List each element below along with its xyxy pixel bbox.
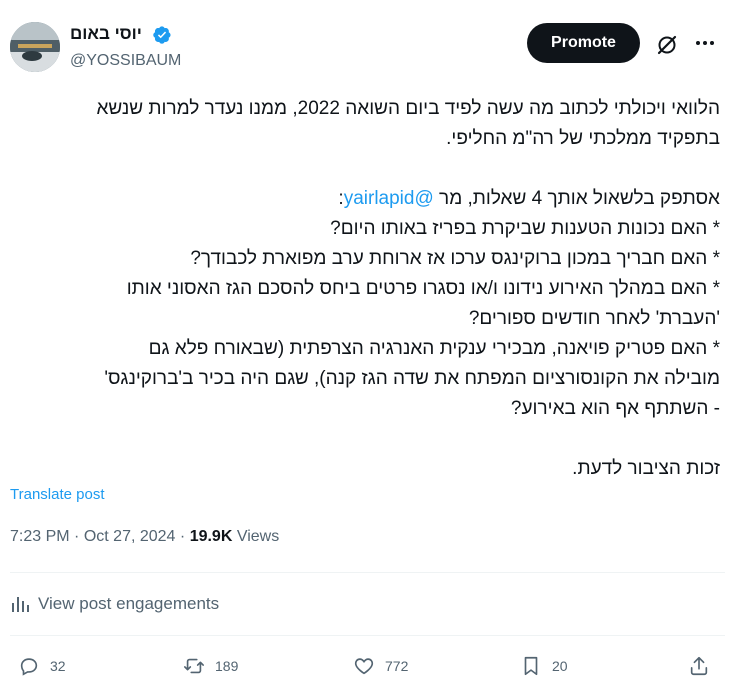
tweet-line: * האם במהלך האירוע נידונו ו/או נסגרו פרט… (126, 278, 720, 299)
tweet-line: 'העברת' לאחר חודשים ספורים? (468, 308, 720, 329)
heart-icon (354, 658, 374, 675)
views-label: Views (236, 528, 280, 545)
bookmark-icon (524, 656, 538, 676)
bookmark-button[interactable]: 20 (520, 655, 568, 677)
like-count: 772 (385, 658, 409, 674)
view-engagements-label: View post engagements (38, 594, 220, 613)
divider (10, 635, 725, 636)
post-metadata: 7:23 PM · Oct 27, 2024 · 19.9K Views (10, 528, 279, 546)
tweet-text: הלוואי ויכולתי לכתוב מה עשה לפיד ביום הש… (10, 94, 720, 484)
view-engagements-link[interactable]: View post engagements (10, 594, 219, 614)
post-time[interactable]: 7:23 PM (10, 528, 70, 545)
more-options-icon[interactable] (694, 32, 716, 54)
tweet-line: * האם נכונות הטענות שביקרת בפריז באותו ה… (330, 218, 720, 239)
repost-count: 189 (215, 658, 239, 674)
avatar[interactable] (10, 22, 60, 72)
tweet-line: אסתפק בלשאול אותך 4 שאלות, מר @yairlapid… (10, 184, 720, 214)
author-handle[interactable]: @YOSSIBAUM (70, 52, 181, 70)
tweet-line: * האם פטריק פויאנה, מבכירי ענקית האנרגיה… (148, 338, 720, 359)
post-date[interactable]: Oct 27, 2024 (84, 528, 176, 545)
verified-badge-icon (153, 26, 171, 44)
tweet-line: הלוואי ויכולתי לכתוב מה עשה לפיד ביום הש… (96, 98, 720, 119)
repost-icon (184, 658, 204, 674)
repost-button[interactable]: 189 (183, 655, 238, 677)
share-icon (690, 656, 708, 676)
separator: · (179, 528, 186, 545)
grok-icon[interactable] (655, 33, 679, 57)
tweet-text-segment: אסתפק בלשאול אותך 4 שאלות, מר (433, 188, 720, 209)
share-button[interactable] (688, 655, 720, 677)
reply-button[interactable]: 32 (18, 655, 66, 677)
translate-post-link[interactable]: Translate post (10, 486, 105, 503)
bookmark-count: 20 (552, 658, 568, 674)
tweet-line: * האם חבריך במכון ברוקינגס ערכו אז ארוחת… (190, 248, 720, 269)
analytics-icon (12, 597, 29, 612)
reply-count: 32 (50, 658, 66, 674)
separator: · (74, 528, 80, 545)
mention-link[interactable]: @yairlapid (344, 188, 434, 209)
like-button[interactable]: 772 (353, 655, 408, 677)
tweet-line: זכות הציבור לדעת. (572, 458, 720, 479)
promote-button[interactable]: Promote (527, 23, 640, 63)
reply-icon (20, 658, 38, 676)
divider (10, 572, 725, 573)
tweet-line: מובילה את הקונסורציום המפתח את שדה הגז ק… (104, 368, 720, 389)
views-count: 19.9K (189, 528, 233, 545)
tweet-line: בתפקיד ממלכתי של רה"מ החליפי. (446, 128, 720, 149)
author-display-name[interactable]: יוסי באום (70, 24, 142, 44)
tweet-line: - השתתף אף הוא באירוע? (510, 398, 720, 419)
